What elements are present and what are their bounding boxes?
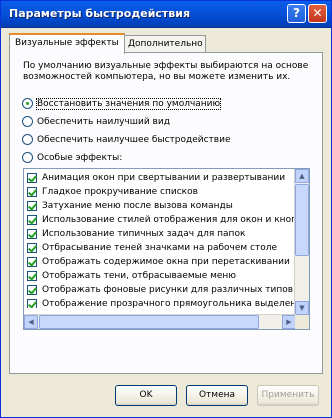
radio-button[interactable] (22, 134, 33, 145)
tab-advanced[interactable]: Дополнительно (122, 35, 206, 52)
cancel-button[interactable]: Отмена (186, 385, 248, 406)
list-item-label: Затухание меню после вызова команды (42, 201, 233, 211)
scroll-left-icon[interactable]: ◀ (24, 315, 38, 329)
performance-options-dialog: Параметры быстродействия ? ✕ Визуальные … (0, 0, 332, 418)
checkbox[interactable] (27, 228, 37, 239)
list-item-label: Анимация окон при свертывании и разверты… (42, 173, 286, 183)
visual-effects-panel: По умолчанию визуальные эффекты выбирают… (9, 52, 323, 374)
list-item[interactable]: Гладкое прокручивание списков (27, 186, 294, 199)
horizontal-scrollbar[interactable]: ◀ ▶ (24, 314, 296, 329)
checkbox[interactable] (27, 256, 37, 267)
window-title: Параметры быстродействия (9, 7, 191, 20)
radio-button-selected[interactable] (22, 98, 33, 109)
list-item[interactable]: Отображать содержимое окна при перетаски… (27, 256, 294, 269)
effects-listbox[interactable]: Анимация окон при свертывании и разверты… (23, 168, 310, 330)
description-text: По умолчанию визуальные эффекты выбирают… (23, 61, 309, 82)
list-item-label: Отбрасывание теней значками на рабочем с… (42, 243, 278, 253)
checkbox[interactable] (27, 214, 37, 225)
list-item[interactable]: Отображать фоновые рисунки для различных… (27, 284, 294, 297)
scroll-up-icon[interactable]: ▲ (295, 169, 309, 183)
list-item-label: Отображать тени, отбрасываемые меню (42, 271, 236, 281)
checkbox[interactable] (27, 298, 37, 308)
vertical-scrollbar[interactable]: ▲ ▼ (294, 169, 309, 315)
vertical-scroll-thumb[interactable] (295, 184, 309, 256)
radio-button[interactable] (22, 152, 33, 163)
radio-best-performance-label: Обеспечить наилучшее быстродействие (37, 135, 231, 145)
radio-button[interactable] (22, 116, 33, 127)
title-bar[interactable]: Параметры быстродействия ? ✕ (1, 1, 331, 28)
ok-button[interactable]: OK (115, 385, 177, 406)
list-item[interactable]: Затухание меню после вызова команды (27, 200, 294, 213)
list-item[interactable]: Использование типичных задач для папок (27, 228, 294, 241)
help-button[interactable]: ? (287, 4, 306, 23)
checkbox[interactable] (27, 270, 37, 281)
apply-button[interactable]: Применить (257, 385, 319, 406)
radio-best-performance[interactable]: Обеспечить наилучшее быстродействие (22, 134, 231, 148)
close-button[interactable]: ✕ (308, 4, 327, 23)
radio-default[interactable]: Восстановить значения по умолчанию (22, 98, 222, 112)
list-item[interactable]: Отображать тени, отбрасываемые меню (27, 270, 294, 283)
radio-custom[interactable]: Особые эффекты: (22, 152, 122, 166)
scroll-right-icon[interactable]: ▶ (282, 315, 296, 329)
list-item[interactable]: Анимация окон при свертывании и разверты… (27, 172, 294, 185)
radio-custom-label: Особые эффекты: (37, 153, 123, 163)
radio-best-appearance[interactable]: Обеспечить наилучший вид (22, 116, 170, 130)
list-item-label: Использование стилей отображения для око… (42, 215, 294, 225)
list-item[interactable]: Отбрасывание теней значками на рабочем с… (27, 242, 294, 255)
list-item-label: Гладкое прокручивание списков (42, 187, 198, 197)
list-item[interactable]: Использование стилей отображения для око… (27, 214, 294, 227)
radio-best-appearance-label: Обеспечить наилучший вид (37, 117, 170, 127)
list-item-label: Отображение прозрачного прямоугольника в… (42, 299, 294, 308)
checkbox[interactable] (27, 242, 37, 253)
list-item-label: Использование типичных задач для папок (42, 229, 246, 239)
checkbox[interactable] (27, 284, 37, 295)
tab-visual-effects[interactable]: Визуальные эффекты (9, 33, 125, 54)
list-item-label: Отображать содержимое окна при перетаски… (42, 257, 290, 267)
radio-default-label: Восстановить значения по умолчанию (35, 98, 222, 110)
checkbox[interactable] (27, 186, 37, 197)
scroll-down-icon[interactable]: ▼ (295, 301, 309, 315)
checkbox[interactable] (27, 200, 37, 211)
scrollbar-corner (295, 315, 309, 329)
list-item[interactable]: Отображение прозрачного прямоугольника в… (27, 298, 294, 308)
horizontal-scroll-thumb[interactable] (39, 315, 259, 329)
checkbox[interactable] (27, 172, 37, 183)
list-item-label: Отображать фоновые рисунки для различных… (42, 285, 294, 295)
